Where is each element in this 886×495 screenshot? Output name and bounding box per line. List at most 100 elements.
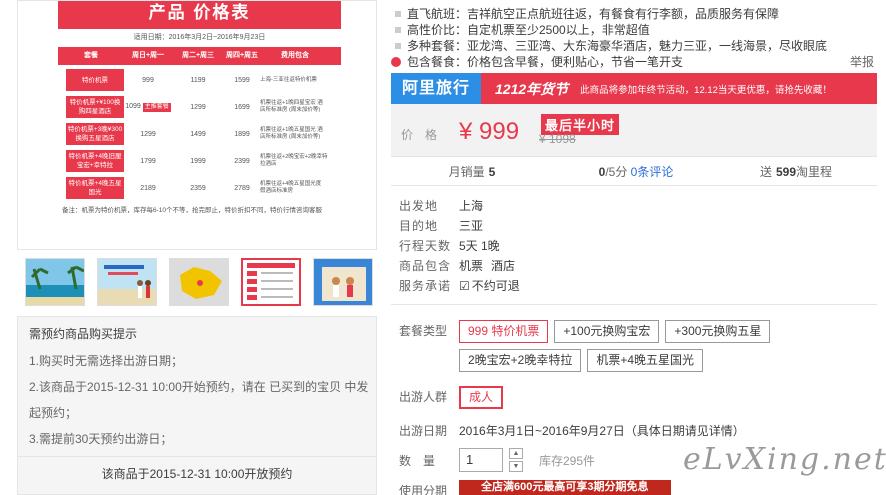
info-value: 不约可退 <box>471 279 520 293</box>
main-image[interactable]: 产品 价格表 适用日期：2016年3月2日~2016年9月23日 套餐 周日+周… <box>17 0 377 250</box>
price-value: 999 <box>142 76 154 84</box>
thumbnail-beach[interactable] <box>25 258 85 306</box>
info-promise: 服务承诺 ☑ 不约可退 <box>399 276 879 296</box>
row-price-sun-mon: 1799 <box>124 158 172 165</box>
package-options: 999 特价机票 +100元换购宝宏 +300元换购五星 2晚宝宏+2晚幸特拉 … <box>459 320 879 372</box>
price-value: 1299 <box>140 130 156 138</box>
installment-label: 使用分期 <box>399 484 448 495</box>
package-option[interactable]: 2晚宝宏+2晚幸特拉 <box>459 349 582 372</box>
price-label: 价格 <box>401 128 450 142</box>
feature-item: 直飞航班：吉祥航空正点航班往返，有餐食有行李额，品质服务有保障 <box>391 6 886 22</box>
increment-icon[interactable]: ▲ <box>509 448 523 459</box>
installment-badge[interactable]: 全店满600元最高可享3期分期免息 <box>459 480 671 495</box>
promo-text: 此商品将参加年终节活动，12.12当天更优惠，请抢先收藏！ <box>580 84 832 96</box>
monthly-sales-value: 5 <box>488 164 496 179</box>
thumbnail-couple[interactable] <box>97 258 157 306</box>
row-package: 特价机票+4晚旧厘宝宏+幸特拉 <box>66 150 124 172</box>
notice-footer: 该商品于2015-12-31 10:00开放预约 <box>18 456 376 482</box>
monthly-sales-label: 月销量 <box>448 164 485 179</box>
price-table-row: 特价机票+4晚旧厘宝宏+幸特拉 1799 1999 2399 机票往返+2晚宝宏+2晚幸… <box>58 149 341 173</box>
quantity-label: 数量 <box>399 454 448 468</box>
header-includes: 费用包含 <box>281 52 309 59</box>
info-value: 5天 1晚 <box>459 239 500 253</box>
thumbnail-map[interactable] <box>169 258 229 306</box>
price-table-rows: 特价机票 999 1199 1599 上海-三亚往返特价机票 特价机票+¥100换购四星酒… <box>58 68 341 200</box>
row-price-sun-mon: 999 <box>124 77 172 84</box>
traveler-label: 出游人群 <box>399 390 448 404</box>
quantity-input[interactable]: 1 <box>459 448 503 472</box>
notice-line-2: 2.该商品于2015-12-31 10:00开始预约，请在 已买到的宝贝 中发起… <box>29 380 369 420</box>
info-value: 三亚 <box>459 219 484 233</box>
watermark-logo: eLvXing.net <box>683 442 886 477</box>
alitrip-logo: 阿里旅行 <box>391 73 481 104</box>
couple-beach-icon <box>98 259 156 305</box>
bullet-icon <box>395 11 401 17</box>
price-table-row: 特价机票+¥100换购四星酒店 1099 主推套餐 1299 1699 机票往返+1晚四星… <box>58 95 341 119</box>
price-value: 2189 <box>140 184 156 192</box>
row-price-tue-wed: 1199 <box>190 76 206 84</box>
price-box: 价格 ¥ 999 最后半小时 ¥ 1098 <box>391 104 877 156</box>
package-option[interactable]: +100元换购宝宏 <box>554 320 660 343</box>
row-includes: 机票往返+1晚五星国光 酒店所标准房 (周末加价等) <box>260 127 323 140</box>
notice-title: 需预约商品购买提示 <box>29 327 138 341</box>
price-value: 1099 <box>125 102 141 110</box>
package-option[interactable]: 999 特价机票 <box>459 320 549 343</box>
price-table-row: 特价机票 999 1199 1599 上海-三亚往返特价机票 <box>58 68 341 92</box>
trip-info: 出发地 上海 目的地 三亚 行程天数 5天 1晚 商品包含 机票 酒店 服务承诺 ☑ 不约可退 <box>399 196 879 296</box>
feature-text: 多种套餐：亚龙湾、三亚湾、大东海豪华酒店，魅力三亚，一线海景，尽收眼底 <box>407 39 828 53</box>
points-suffix: 淘里程 <box>796 164 833 179</box>
row-includes: 机票往返+1晚四星宝宏 酒店所标准房 (周末加价等) <box>260 100 323 113</box>
price-table-image: 产品 价格表 适用日期：2016年3月2日~2016年9月23日 套餐 周日+周… <box>58 1 341 233</box>
price-table-header: 套餐 周日+周一 周二+周三 周四+周五 费用包含 <box>58 47 341 65</box>
row-price-thu-fri: 2789 <box>234 184 250 192</box>
row-price-sun-mon: 1099 主推套餐 <box>124 102 172 112</box>
row-price-thu-fri: 2399 <box>234 157 250 165</box>
thumbnail-strip <box>17 258 377 308</box>
points-prefix: 送 <box>759 164 772 179</box>
meal-icon <box>391 57 401 67</box>
travel-dates-label: 出游日期 <box>399 424 448 438</box>
package-option[interactable]: 机票+4晚五星国光 <box>587 349 704 372</box>
info-label: 目的地 <box>399 219 439 233</box>
info-value: 上海 <box>459 199 484 213</box>
package-option[interactable]: +300元换购五星 <box>665 320 771 343</box>
row-includes: 机票往返+2晚宝宏+2晚幸特拉酒店 <box>260 154 328 167</box>
row-price-thu-fri: 1899 <box>234 130 250 138</box>
feature-text: 包含餐食：价格包含早餐，便利贴心，节省一笔开支 <box>407 55 684 69</box>
quantity-buttons: ▲ ▼ <box>509 448 523 472</box>
row-package: 特价机票+3晚¥300换购五星酒店 <box>66 123 124 145</box>
header-tue-wed: 周二+周三 <box>181 52 215 59</box>
report-link[interactable]: 举报 <box>850 53 874 70</box>
travel-dates-value: 2016年3月1日~2016年9月27日（具体日期请见详情） <box>459 424 745 438</box>
notice-line-3: 3.需提前30天预约出游日； <box>29 432 173 446</box>
recommended-badge: 主推套餐 <box>142 102 171 112</box>
row-package: 特价机票+4晚五星国光 <box>66 177 124 199</box>
info-value: 机票 <box>459 259 484 273</box>
row-price-thu-fri: 1599 <box>234 76 250 84</box>
traveler-option-adult[interactable]: 成人 <box>459 386 504 409</box>
row-includes: 机票往返+4晚五星国光度 假酒店标准房 <box>260 181 322 194</box>
decrement-icon[interactable]: ▼ <box>509 461 523 472</box>
monthly-sales: 月销量 5 <box>391 163 553 180</box>
notice-line-1: 1.购买时无需选择出游日期； <box>29 354 184 368</box>
row-price-thu-fri: 1699 <box>234 103 250 111</box>
info-duration: 行程天数 5天 1晚 <box>399 236 879 256</box>
price-table-photo-icon <box>243 260 299 304</box>
price-table-title: 产品 价格表 <box>58 1 341 29</box>
thumbnail-family[interactable] <box>313 258 373 306</box>
feature-item: 高性价比：自定机票至少2500以上，非常超值 <box>391 22 886 38</box>
row-price-sun-mon: 2189 <box>124 185 172 192</box>
thumbnail-price-table[interactable] <box>241 258 301 306</box>
rating: 0/5分 0条评论 <box>553 163 715 180</box>
current-price: ¥ 999 <box>459 118 520 145</box>
promo-banner[interactable]: 阿里旅行 1212年货节 此商品将参加年终节活动，12.12当天更优惠，请抢先收… <box>391 73 877 104</box>
rating-suffix: /5分 <box>605 164 628 179</box>
feature-text: 直飞航班：吉祥航空正点航班往返，有餐食有行李额，品质服务有保障 <box>407 7 780 21</box>
feature-text: 高性价比：自定机票至少2500以上，非常超值 <box>407 23 650 37</box>
bullet-icon <box>395 27 401 33</box>
product-page: 产品 价格表 适用日期：2016年3月2日~2016年9月23日 套餐 周日+周… <box>0 0 886 495</box>
info-label: 出发地 <box>399 199 439 213</box>
price-table-row: 特价机票+3晚¥300换购五星酒店 1299 1499 1899 机票往返+1晚五星国光… <box>58 122 341 146</box>
reviews-link[interactable]: 0条评论 <box>631 165 674 179</box>
bullet-icon <box>395 43 401 49</box>
